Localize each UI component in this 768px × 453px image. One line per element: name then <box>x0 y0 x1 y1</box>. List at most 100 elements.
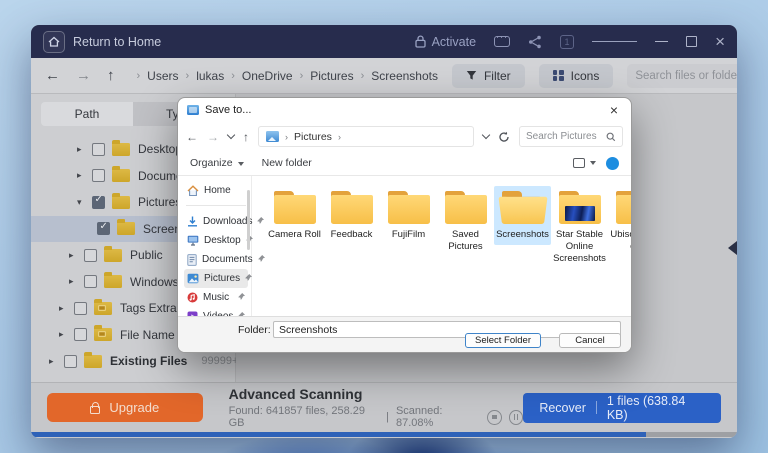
expand-arrow-icon[interactable]: ▸ <box>77 144 87 155</box>
close-button[interactable]: × <box>715 33 725 50</box>
sidebar-item-documents[interactable]: Documents <box>184 250 248 269</box>
breadcrumb-users[interactable]: Users <box>147 69 178 83</box>
breadcrumb-chevron: › <box>137 70 141 82</box>
tab-path[interactable]: Path <box>41 102 133 126</box>
address-bar[interactable]: › Pictures › <box>258 126 474 147</box>
home-icon <box>187 185 199 197</box>
folder-icon <box>387 191 431 224</box>
checkbox[interactable] <box>74 328 87 341</box>
address-dropdown-icon[interactable] <box>482 131 490 139</box>
desktop-icon <box>187 235 199 246</box>
breadcrumb-pictures[interactable]: Pictures <box>310 69 353 83</box>
upgrade-button[interactable]: Upgrade <box>47 393 203 422</box>
address-breadcrumb[interactable]: Pictures <box>294 131 332 143</box>
folder-item-screenshots-selected[interactable]: Screenshots <box>494 186 551 245</box>
folder-icon <box>84 355 102 368</box>
forward-button[interactable]: → <box>76 67 91 84</box>
expand-arrow-icon[interactable]: ▸ <box>77 170 87 181</box>
preview-panel-toggle-icon[interactable] <box>728 241 737 255</box>
badged-folder-icon <box>94 328 112 341</box>
info-icon[interactable] <box>606 157 619 170</box>
view-mode-button[interactable]: Icons <box>539 64 614 88</box>
checkbox-checked[interactable] <box>92 196 105 209</box>
collapse-arrow-icon[interactable]: ▾ <box>77 197 87 208</box>
dialog-search-input[interactable] <box>526 131 606 142</box>
return-home-label[interactable]: Return to Home <box>73 35 161 49</box>
lock-icon <box>90 406 100 414</box>
view-layout-icon <box>573 158 585 168</box>
back-button[interactable]: ← <box>186 130 198 144</box>
minimize-button[interactable] <box>655 41 668 43</box>
app-search[interactable] <box>627 64 737 88</box>
up-button[interactable]: ↑ <box>107 67 115 84</box>
sidebar-item-music[interactable]: Music <box>184 288 248 307</box>
refresh-icon[interactable] <box>498 131 510 143</box>
home-button[interactable] <box>43 31 65 53</box>
folder-item-ubisoftconnect[interactable]: UbisoftConnect <box>608 186 632 257</box>
dialog-toolbar: Organize New folder <box>178 151 631 176</box>
expand-arrow-icon[interactable]: ▸ <box>49 356 59 367</box>
dialog-icon <box>187 105 199 115</box>
pause-scan-button[interactable] <box>509 410 524 425</box>
sidebar-item-downloads[interactable]: Downloads <box>184 212 248 231</box>
new-folder-button[interactable]: New folder <box>262 157 312 169</box>
expand-arrow-icon[interactable]: ▸ <box>59 303 69 314</box>
dialog-footer: Folder: Select Folder Cancel <box>178 316 631 352</box>
checkbox[interactable] <box>64 355 77 368</box>
stop-scan-button[interactable] <box>487 410 502 425</box>
feedback-button[interactable] <box>494 36 510 47</box>
checkbox[interactable] <box>92 169 105 182</box>
folder-item-saved-pictures[interactable]: Saved Pictures <box>437 186 494 257</box>
organize-menu[interactable]: Organize <box>190 157 244 169</box>
history-chevron-icon[interactable] <box>227 131 235 139</box>
expand-arrow-icon[interactable]: ▸ <box>69 276 79 287</box>
dialog-close-button[interactable]: × <box>606 103 622 117</box>
cancel-button[interactable]: Cancel <box>559 333 621 348</box>
expand-arrow-icon[interactable]: ▸ <box>69 250 79 261</box>
sidebar-item-home[interactable]: Home <box>184 181 248 200</box>
view-options-button[interactable] <box>573 158 596 168</box>
breadcrumb-lukas[interactable]: lukas <box>196 69 224 83</box>
back-button[interactable]: ← <box>45 67 60 84</box>
maximize-icon <box>686 36 697 47</box>
tagged-folder-icon <box>94 302 112 315</box>
menu-button[interactable] <box>592 38 637 46</box>
dialog-search[interactable] <box>519 126 623 147</box>
up-button[interactable]: ↑ <box>243 130 249 144</box>
folder-icon <box>112 169 130 182</box>
app-statusbar: Upgrade Advanced Scanning Found: 641857 … <box>31 382 737 432</box>
sidebar-item-desktop[interactable]: Desktop <box>184 231 248 250</box>
folder-icon <box>444 191 488 224</box>
activate-button[interactable]: Activate <box>415 35 476 49</box>
music-icon <box>187 292 198 303</box>
checkbox[interactable] <box>74 302 87 315</box>
select-folder-button[interactable]: Select Folder <box>465 333 541 348</box>
breadcrumb-screenshots[interactable]: Screenshots <box>371 69 438 83</box>
recover-button[interactable]: Recover 1 files (638.84 KB) <box>523 393 721 423</box>
checkbox[interactable] <box>84 275 97 288</box>
pin-icon <box>245 274 252 281</box>
search-input[interactable] <box>635 70 737 82</box>
breadcrumb-onedrive[interactable]: OneDrive <box>242 69 293 83</box>
folder-icon <box>330 191 374 224</box>
version-badge-icon: 1 <box>560 35 574 49</box>
folder-item-fujifilm[interactable]: FujiFilm <box>380 186 437 245</box>
share-button[interactable] <box>528 35 542 49</box>
caret-down-icon <box>590 161 596 165</box>
checkbox[interactable] <box>84 249 97 262</box>
whats-new-button[interactable]: 1 <box>560 35 574 49</box>
maximize-button[interactable] <box>686 36 697 47</box>
forward-button[interactable]: → <box>207 130 219 144</box>
search-icon <box>606 132 616 142</box>
filter-button[interactable]: Filter <box>452 64 525 88</box>
pictures-icon <box>187 273 199 284</box>
checkbox[interactable] <box>92 143 105 156</box>
sidebar-item-pictures[interactable]: Pictures <box>184 269 248 288</box>
folder-item-star-stable[interactable]: Star Stable Online Screenshots <box>551 186 608 269</box>
documents-icon <box>187 254 197 266</box>
folder-item-camera-roll[interactable]: Camera Roll <box>266 186 323 245</box>
folder-item-feedback[interactable]: Feedback <box>323 186 380 245</box>
expand-arrow-icon[interactable]: ▸ <box>59 329 69 340</box>
checkbox-checked[interactable] <box>97 222 110 235</box>
folder-icon <box>112 196 130 209</box>
